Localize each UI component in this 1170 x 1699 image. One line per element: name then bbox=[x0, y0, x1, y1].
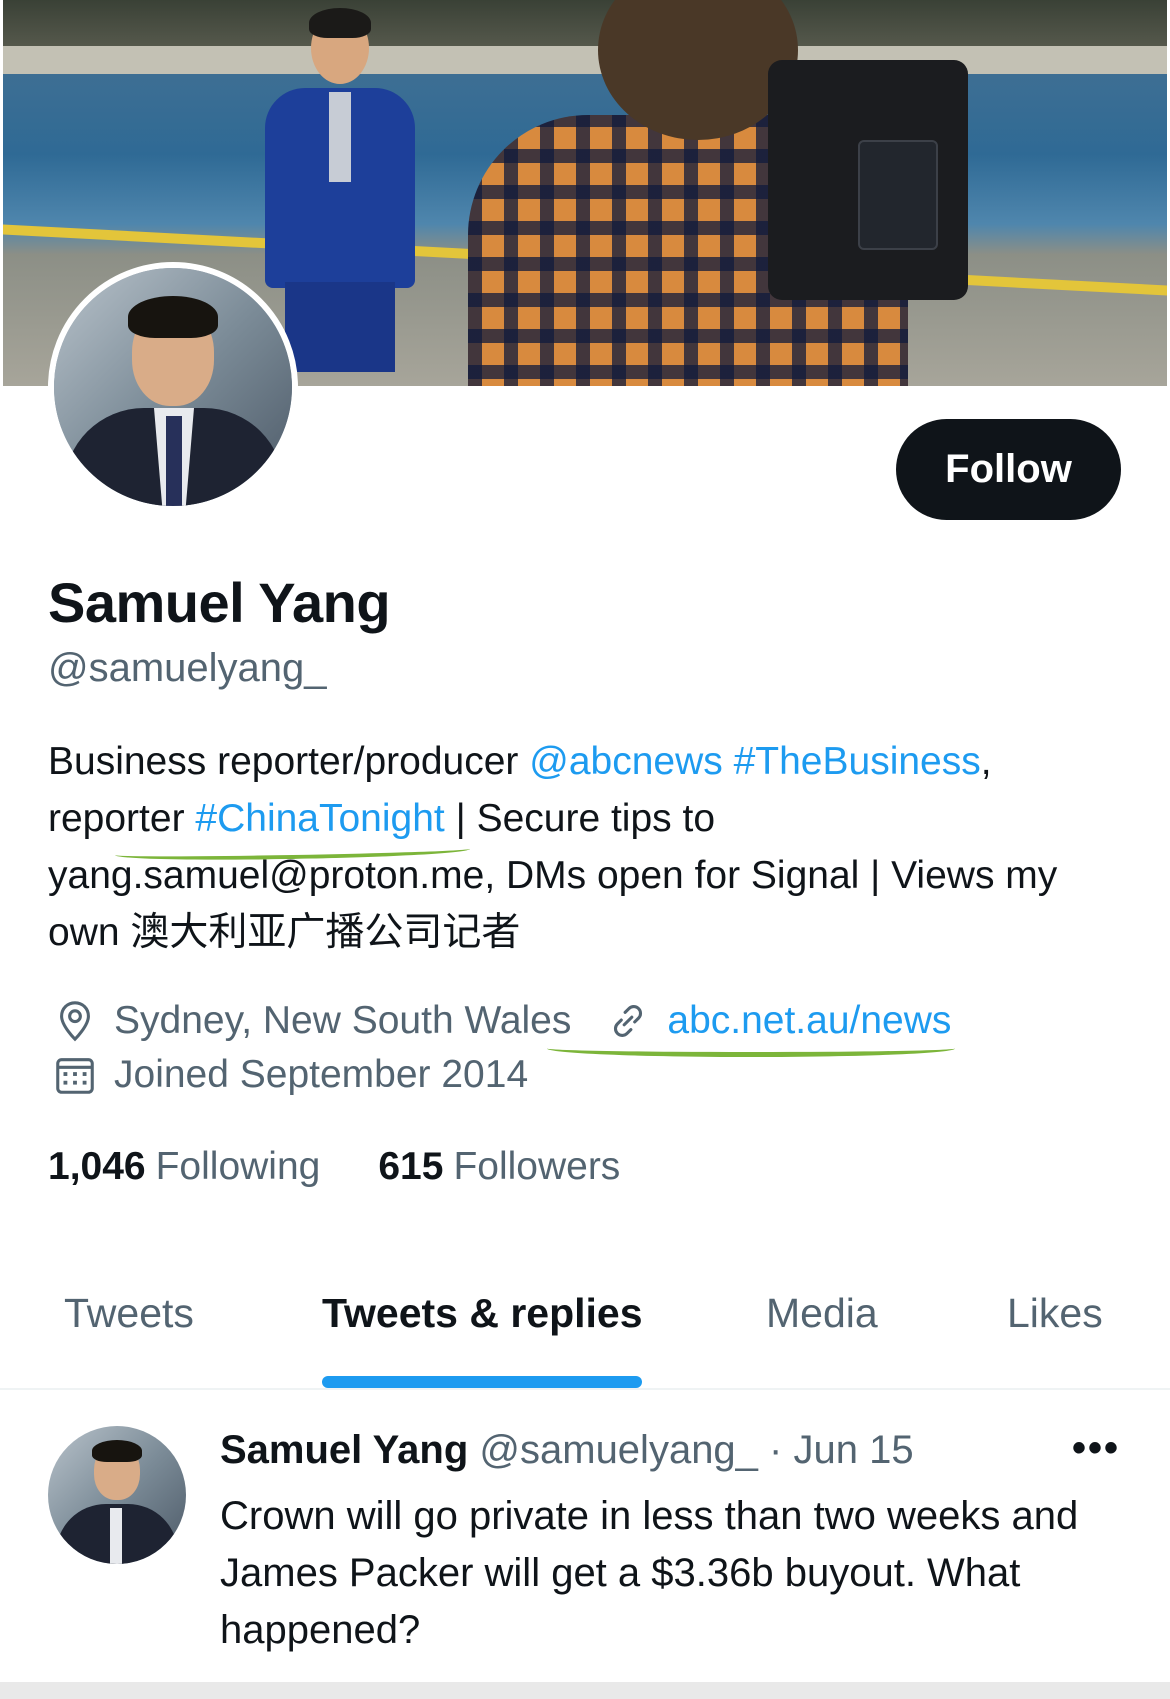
bio-line-2: reporter #ChinaTonight | Secure tips to bbox=[48, 790, 1138, 847]
profile-name: Samuel Yang bbox=[48, 571, 391, 634]
bio-line-1: Business reporter/producer @abcnews #The… bbox=[48, 733, 1138, 790]
profile-joined-date: Joined September 2014 bbox=[114, 1053, 529, 1096]
tab-likes[interactable]: Likes bbox=[1007, 1290, 1103, 1337]
followers-stat[interactable]: 615 Followers bbox=[378, 1145, 620, 1189]
bio-text: Business reporter/producer bbox=[48, 740, 530, 783]
tweet-item[interactable]: Samuel Yang @samuelyang_ · Jun 15 ••• Cr… bbox=[0, 1392, 1170, 1672]
profile-location: Sydney, New South Wales bbox=[114, 999, 572, 1042]
profile-website-link[interactable]: abc.net.au/news bbox=[547, 999, 956, 1057]
map-pin-icon bbox=[52, 998, 98, 1044]
active-tab-indicator bbox=[322, 1376, 642, 1388]
followers-label: Followers bbox=[453, 1145, 621, 1188]
profile-handle: @samuelyang_ bbox=[48, 646, 327, 690]
mention-abcnews-link[interactable]: @abcnews bbox=[529, 740, 723, 783]
following-count: 1,046 bbox=[48, 1145, 146, 1188]
bio-text: reporter bbox=[48, 797, 196, 840]
follow-button[interactable]: Follow bbox=[896, 419, 1121, 520]
profile-tabs: Tweets Tweets & replies Media Likes bbox=[0, 1272, 1170, 1390]
hashtag-thebusiness-link[interactable]: #TheBusiness bbox=[734, 740, 981, 783]
tweet-text: Crown will go private in less than two w… bbox=[220, 1494, 1079, 1652]
bio-text bbox=[723, 740, 734, 783]
tweet-author-name[interactable]: Samuel Yang bbox=[220, 1428, 468, 1472]
profile-avatar[interactable] bbox=[48, 262, 298, 512]
tab-media[interactable]: Media bbox=[766, 1290, 878, 1337]
calendar-icon bbox=[52, 1052, 98, 1098]
tab-tweets[interactable]: Tweets bbox=[64, 1290, 194, 1337]
followers-count: 615 bbox=[378, 1145, 444, 1188]
profile-stats: 1,046 Following 615 Followers bbox=[48, 1145, 678, 1189]
more-horizontal-icon[interactable]: ••• bbox=[1072, 1426, 1120, 1471]
bio-text: , bbox=[980, 740, 992, 783]
following-stat[interactable]: 1,046 Following bbox=[48, 1145, 320, 1189]
profile-bio: Business reporter/producer @abcnews #The… bbox=[48, 733, 1138, 961]
profile-meta-location-website: Sydney, New South Wales abc.net.au/news bbox=[52, 998, 956, 1057]
tab-tweets-replies[interactable]: Tweets & replies bbox=[322, 1290, 643, 1337]
tweet-date[interactable]: Jun 15 bbox=[793, 1428, 913, 1472]
tweet-author-handle[interactable]: @samuelyang_ bbox=[479, 1428, 758, 1472]
link-icon bbox=[605, 998, 651, 1044]
tweet-separator: · bbox=[757, 1428, 794, 1472]
banner-camera-operator bbox=[468, 0, 968, 386]
bottom-bar bbox=[0, 1682, 1170, 1699]
bio-text: | Secure tips to bbox=[444, 797, 716, 840]
tweet-avatar[interactable] bbox=[48, 1426, 186, 1564]
following-label: Following bbox=[155, 1145, 321, 1188]
profile-meta-joined: Joined September 2014 bbox=[52, 1052, 528, 1098]
bio-line-4: own 澳大利亚广播公司记者 bbox=[48, 911, 521, 954]
hashtag-chinatonight-link[interactable]: #ChinaTonight bbox=[195, 790, 444, 847]
tweet-header: Samuel Yang @samuelyang_ · Jun 15 bbox=[220, 1428, 914, 1473]
